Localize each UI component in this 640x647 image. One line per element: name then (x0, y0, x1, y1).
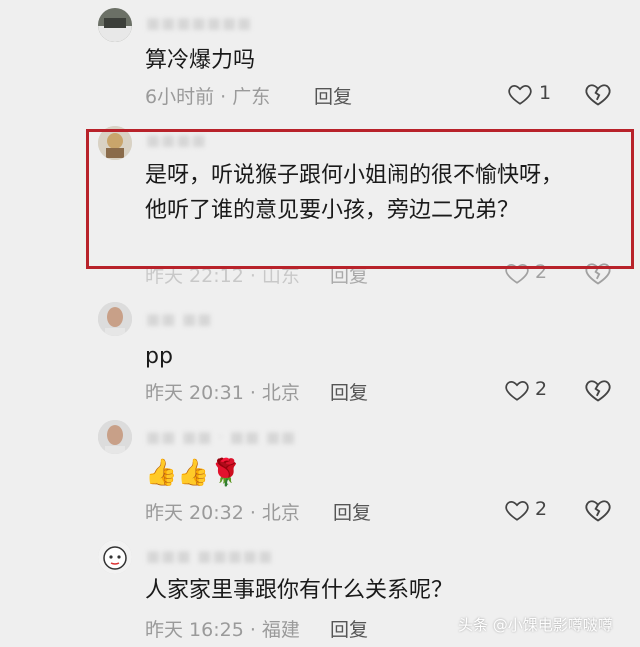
avatar-image (98, 302, 132, 336)
username-blurred: ■■■ ■■■■■ (146, 547, 274, 565)
user-avatar[interactable] (98, 8, 132, 42)
reply-button[interactable]: 回复 (314, 82, 352, 109)
username-blurred: ■■ ■■ (146, 310, 213, 328)
comment-text: pp (145, 344, 173, 369)
comment-meta: 6小时前 · 广东 (145, 86, 271, 108)
username-blurred: ■■■■■■■ (146, 14, 253, 32)
avatar-image (98, 8, 132, 42)
broken-heart-icon[interactable] (584, 376, 612, 404)
comment-meta: 昨天 16:25 · 福建 (145, 619, 300, 641)
watermark-text: 头条 @小馃电影噂啵噂 (458, 616, 613, 634)
reply-button[interactable]: 回复 (330, 378, 368, 405)
avatar-image (98, 420, 132, 454)
comment-emoji-text: 👍👍🌹 (145, 458, 243, 488)
user-avatar[interactable] (98, 420, 132, 454)
comment-meta: 昨天 20:32 · 北京 (145, 502, 300, 524)
comment-list: ■■■■■■■ 算冷爆力吗 6小时前 · 广东 回复 1 ■■■■ 是呀，听说猴… (0, 0, 640, 647)
highlight-box (86, 129, 634, 269)
heart-outline-icon[interactable] (504, 377, 530, 403)
reply-button[interactable]: 回复 (333, 498, 371, 525)
like-count: 2 (535, 378, 548, 400)
comment-text: 算冷爆力吗 (145, 48, 256, 73)
comment-text: 人家家里事跟你有什么关系呢？ (145, 578, 454, 603)
reply-button[interactable]: 回复 (330, 615, 368, 642)
user-avatar[interactable] (98, 302, 132, 336)
comment-meta: 昨天 20:31 · 北京 (145, 382, 300, 404)
username-blurred: ■■ ■■ · ■■ ■■ (146, 428, 297, 446)
avatar-image (98, 540, 132, 574)
broken-heart-icon[interactable] (584, 496, 612, 524)
heart-outline-icon[interactable] (507, 81, 533, 107)
like-count: 1 (539, 82, 552, 104)
heart-outline-icon[interactable] (504, 497, 530, 523)
broken-heart-icon[interactable] (584, 80, 612, 108)
like-count: 2 (535, 498, 548, 520)
user-avatar[interactable] (98, 540, 132, 574)
